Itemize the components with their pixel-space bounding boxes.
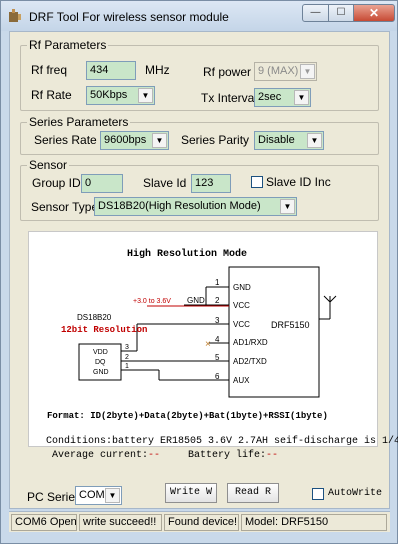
tx-interval-label: Tx Interval <box>201 91 258 105</box>
rf-power-value: 9 (MAX) <box>258 65 299 77</box>
pin-name-6: AUX <box>233 376 250 385</box>
chevron-down-icon: ▼ <box>300 64 315 79</box>
chevron-down-icon[interactable]: ▼ <box>307 133 322 148</box>
rf-rate-value: 50Kbps <box>90 89 128 101</box>
pin-name-1: GND <box>233 283 251 292</box>
status-bar: COM6 Opene write succeed!! Found device!… <box>9 511 390 532</box>
sensor-legend: Sensor <box>27 158 70 172</box>
autowrite-label: AutoWrite <box>328 488 383 499</box>
series-rate-select[interactable]: 9600bps ▼ <box>100 131 169 150</box>
app-window: DRF Tool For wireless sensor module — ☐ … <box>0 0 398 544</box>
series-rate-label: Series Rate <box>34 133 97 147</box>
status-port: COM6 Opene <box>11 514 77 531</box>
status-write: write succeed!! <box>79 514 162 531</box>
chevron-down-icon[interactable]: ▼ <box>138 88 153 103</box>
rf-power-select: 9 (MAX) ▼ <box>254 62 317 81</box>
close-button[interactable]: ✕ <box>353 4 395 22</box>
chevron-down-icon[interactable]: ▼ <box>280 199 295 214</box>
write-button[interactable]: Write W <box>165 483 217 503</box>
read-button[interactable]: Read R <box>227 483 279 503</box>
tx-interval-select[interactable]: 2sec ▼ <box>254 88 311 107</box>
sensor-type-label: Sensor Type <box>31 200 99 214</box>
series-parameters-legend: Series Parameters <box>27 115 131 129</box>
chevron-down-icon[interactable]: ▼ <box>152 133 167 148</box>
sensor-type-value: DS18B20(High Resolution Mode) <box>98 200 261 212</box>
diagram-title: High Resolution Mode <box>127 248 247 260</box>
title-bar[interactable]: DRF Tool For wireless sensor module — ☐ … <box>1 1 397 31</box>
sensor-pin-vdd: VDD <box>93 349 108 356</box>
wiring-diagram: High Resolution Mode DRF5150 GND VCC VCC… <box>28 231 378 447</box>
sensor-pin-num-3: 3 <box>125 344 129 351</box>
sensor-group: Sensor Group ID 0 Slave Id 123 Slave ID … <box>20 158 379 221</box>
module-name: DRF5150 <box>271 320 310 330</box>
rf-freq-label: Rf freq <box>31 63 68 77</box>
pin-name-2: VCC <box>233 301 250 310</box>
sensor-type-select[interactable]: DS18B20(High Resolution Mode) ▼ <box>94 197 297 216</box>
average-current-label: Average current: <box>52 450 149 461</box>
rf-parameters-legend: Rf Parameters <box>27 38 109 52</box>
slave-id-label: Slave Id <box>143 176 187 190</box>
series-parity-label: Series Parity <box>181 133 250 147</box>
maximize-button[interactable]: ☐ <box>328 4 354 22</box>
group-id-input[interactable]: 0 <box>81 174 123 193</box>
supply-label: +3.0 to 3.6V <box>133 298 171 305</box>
rf-parameters-group: Rf Parameters Rf freq 434 MHz Rf power 9… <box>20 38 379 111</box>
status-model: Model: DRF5150 <box>241 514 387 531</box>
pin-name-4: AD1/RXD <box>233 338 268 347</box>
sensor-pin-num-1: 1 <box>125 363 129 370</box>
battery-life-row: Battery life:-- <box>188 450 278 461</box>
sensor-pin-num-2: 2 <box>125 354 129 361</box>
client-area: Rf Parameters Rf freq 434 MHz Rf power 9… <box>9 31 398 509</box>
series-rate-value: 9600bps <box>104 134 147 146</box>
rf-freq-input[interactable]: 434 <box>86 61 136 80</box>
series-parity-value: Disable <box>258 134 295 146</box>
status-device: Found device! <box>164 514 239 531</box>
battery-life-value: -- <box>266 450 279 461</box>
series-parameters-group: Series Parameters Series Rate 9600bps ▼ … <box>20 115 379 155</box>
rf-rate-select[interactable]: 50Kbps ▼ <box>86 86 155 105</box>
rf-power-label: Rf power <box>203 65 252 79</box>
autowrite-checkbox[interactable] <box>312 488 324 500</box>
battery-life-label: Battery life: <box>188 450 267 461</box>
window-title: DRF Tool For wireless sensor module <box>29 10 229 24</box>
gnd-label: GND <box>187 296 205 305</box>
no-connect-icon: × <box>205 339 211 350</box>
conditions-text: Conditions:battery ER18505 3.6V 2.7AH se… <box>46 436 398 447</box>
group-id-label: Group ID <box>32 176 81 190</box>
app-icon <box>9 9 21 22</box>
rf-freq-unit: MHz <box>145 63 170 77</box>
tx-interval-value: 2sec <box>258 91 282 103</box>
minimize-button[interactable]: — <box>302 4 329 22</box>
slave-id-input[interactable]: 123 <box>191 174 231 193</box>
chevron-down-icon[interactable]: ▼ <box>294 90 309 105</box>
format-text: Format: ID(2byte)+Data(2byte)+Bat(1byte)… <box>47 411 328 421</box>
wiring-diagram-svg: High Resolution Mode DRF5150 GND VCC VCC… <box>47 248 337 421</box>
sensor-pin-gnd: GND <box>93 369 109 376</box>
chevron-down-icon[interactable]: ▼ <box>105 488 120 503</box>
pin-name-5: AD2/TXD <box>233 357 267 366</box>
pin-num-2: 2 <box>215 296 220 305</box>
pc-series-label: PC Series <box>27 490 82 504</box>
slave-id-inc-checkbox[interactable] <box>251 176 263 188</box>
resolution-label: 12bit Resolution <box>61 325 147 335</box>
sensor-name: DS18B20 <box>77 313 112 322</box>
series-parity-select[interactable]: Disable ▼ <box>254 131 324 150</box>
pin-num-1: 1 <box>215 278 220 287</box>
average-current-row: Average current:-- <box>52 450 160 461</box>
rf-rate-label: Rf Rate <box>31 88 72 102</box>
pin-name-3: VCC <box>233 320 250 329</box>
sensor-pin-dq: DQ <box>95 359 106 366</box>
average-current-value: -- <box>148 450 161 461</box>
pc-series-select[interactable]: COM6 ▼ <box>75 486 122 505</box>
antenna-icon <box>319 295 337 320</box>
slave-id-inc-label: Slave ID Inc <box>266 175 331 189</box>
